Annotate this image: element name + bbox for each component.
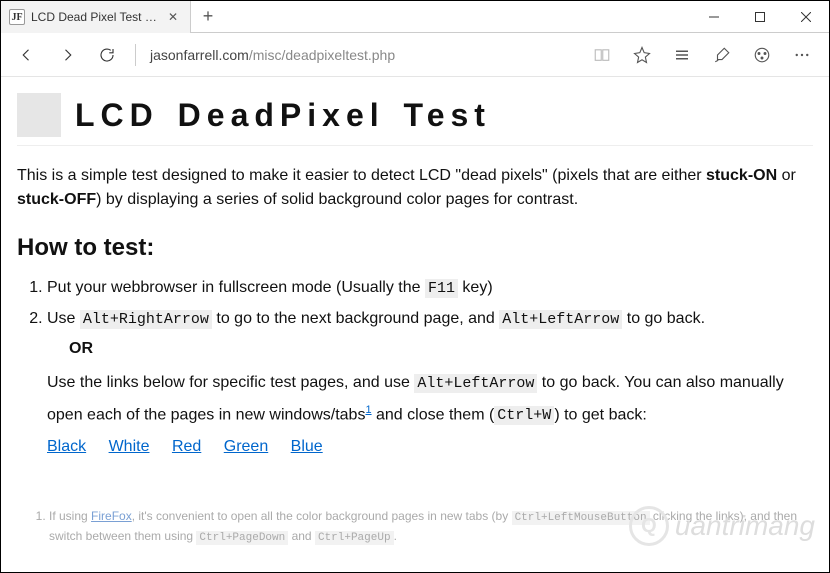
page-logo [17, 93, 61, 137]
step-2: Use Alt+RightArrow to go to the next bac… [47, 307, 813, 460]
notes-icon[interactable] [703, 37, 741, 73]
footnotes: If using FireFox, it's convenient to ope… [17, 507, 813, 546]
kbd-ctrl-pgup: Ctrl+PageUp [315, 531, 394, 545]
close-button[interactable] [783, 1, 829, 32]
browser-tab[interactable]: JF LCD Dead Pixel Test Bac ✕ [1, 1, 191, 33]
new-tab-button[interactable]: + [191, 1, 225, 32]
browser-toolbar: jasonfarrell.com/misc/deadpixeltest.php [1, 33, 829, 77]
intro-paragraph: This is a simple test designed to make i… [17, 164, 813, 212]
favorite-icon[interactable] [623, 37, 661, 73]
tab-close-icon[interactable]: ✕ [166, 10, 180, 24]
kbd-alt-left: Alt+LeftArrow [499, 310, 622, 329]
kbd-ctrl-lmb: Ctrl+LeftMouseButton [512, 511, 650, 525]
link-white[interactable]: White [109, 438, 150, 455]
window-titlebar: JF LCD Dead Pixel Test Bac ✕ + [1, 1, 829, 33]
maximize-button[interactable] [737, 1, 783, 32]
back-button[interactable] [9, 37, 45, 73]
window-controls [691, 1, 829, 32]
intro-text: This is a simple test designed to make i… [17, 167, 706, 184]
address-bar[interactable]: jasonfarrell.com/misc/deadpixeltest.php [146, 40, 579, 70]
share-icon[interactable] [743, 37, 781, 73]
more-icon[interactable] [783, 37, 821, 73]
url-host: jasonfarrell.com [150, 47, 249, 63]
link-blue[interactable]: Blue [291, 438, 323, 455]
tab-title: LCD Dead Pixel Test Bac [31, 10, 160, 24]
step-1: Put your webbrowser in fullscreen mode (… [47, 276, 813, 301]
reading-view-icon[interactable] [583, 37, 621, 73]
link-green[interactable]: Green [224, 438, 268, 455]
howto-heading: How to test: [17, 230, 813, 266]
color-links: Black White Red Green Blue [47, 435, 813, 459]
refresh-button[interactable] [89, 37, 125, 73]
separator [135, 44, 136, 66]
url-path: /misc/deadpixeltest.php [249, 47, 395, 63]
footnote-1: If using FireFox, it's convenient to ope… [49, 507, 813, 546]
kbd-f11: F11 [425, 279, 458, 298]
minimize-button[interactable] [691, 1, 737, 32]
kbd-alt-right: Alt+RightArrow [80, 310, 212, 329]
kbd-ctrl-w: Ctrl+W [494, 406, 554, 425]
page-content: LCD DeadPixel Test This is a simple test… [1, 77, 829, 546]
tab-favicon: JF [9, 9, 25, 25]
hub-icon[interactable] [663, 37, 701, 73]
link-black[interactable]: Black [47, 438, 86, 455]
page-title: LCD DeadPixel Test [75, 91, 491, 139]
forward-button[interactable] [49, 37, 85, 73]
step-2-sub: Use the links below for specific test pa… [47, 367, 813, 431]
intro-stuck-off: stuck-OFF [17, 191, 96, 208]
kbd-alt-left-2: Alt+LeftArrow [414, 374, 537, 393]
or-label: OR [69, 337, 813, 361]
steps-list: Put your webbrowser in fullscreen mode (… [17, 276, 813, 459]
intro-stuck-on: stuck-ON [706, 167, 777, 184]
link-firefox[interactable]: FireFox [91, 509, 132, 523]
kbd-ctrl-pgdn: Ctrl+PageDown [196, 531, 288, 545]
link-red[interactable]: Red [172, 438, 201, 455]
